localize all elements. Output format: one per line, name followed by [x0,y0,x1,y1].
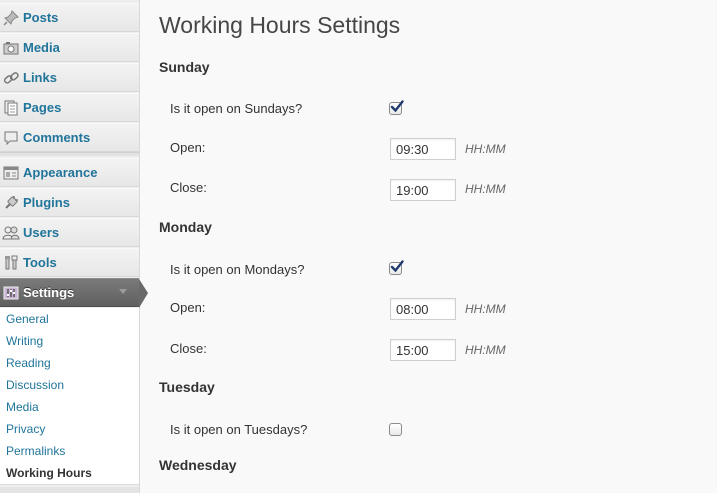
section-heading-monday: Monday [159,219,212,235]
monday-open-hint: HH:MM [465,302,506,316]
monday-close-hint: HH:MM [465,343,506,357]
monday-open-checkbox[interactable] [389,260,404,275]
submenu-item-writing[interactable]: Writing [0,330,139,352]
sidebar-item-label: Plugins [23,195,70,210]
chevron-down-icon[interactable] [119,289,127,294]
submenu-item-working-hours[interactable]: Working Hours [0,462,139,484]
plug-icon [1,193,21,213]
settings-icon [1,283,21,303]
pushpin-icon [1,8,21,28]
sidebar-item-settings[interactable]: Settings [0,278,148,308]
sunday-open-hint: HH:MM [465,142,506,156]
sidebar-item-label: Posts [23,10,59,25]
sidebar-item-label: Settings [23,285,75,300]
monday-close-time-input[interactable] [390,339,456,361]
monday-open-label: Open: [170,300,206,315]
sidebar-item-links[interactable]: Links [0,63,139,92]
menu-separator [0,152,139,156]
pages-icon [1,98,21,118]
submenu-item-general[interactable]: General [0,308,139,330]
tuesday-open-checkbox[interactable] [389,423,402,436]
sidebar-item-label: Appearance [23,165,98,180]
settings-submenu: General Writing Reading Discussion Media… [0,308,139,485]
sidebar-item-tools[interactable]: Tools [0,248,139,277]
sidebar-item-label: Tools [23,255,57,270]
submenu-item-reading[interactable]: Reading [0,352,139,374]
sidebar-item-users[interactable]: Users [0,218,139,247]
tools-icon [1,253,21,273]
sunday-open-label: Open: [170,140,206,155]
main-content: Working Hours Settings Sunday Is it open… [140,0,717,493]
monday-open-time-input[interactable] [390,298,456,320]
sidebar-item-appearance[interactable]: Appearance [0,158,139,187]
sunday-open-checkbox[interactable] [389,100,404,115]
sidebar-item-pages[interactable]: Pages [0,93,139,122]
appearance-icon [1,163,21,183]
sunday-close-hint: HH:MM [465,182,506,196]
section-heading-tuesday: Tuesday [159,379,215,395]
sidebar-footer [0,487,139,493]
section-heading-wednesday: Wednesday [159,457,237,473]
page-title: Working Hours Settings [159,12,401,38]
submenu-item-discussion[interactable]: Discussion [0,374,139,396]
sidebar-item-label: Comments [23,130,91,145]
section-heading-sunday: Sunday [159,59,210,75]
sidebar-item-label: Media [23,40,60,55]
submenu-item-media[interactable]: Media [0,396,139,418]
checkmark-icon [390,260,404,273]
sunday-open-time-input[interactable] [390,138,456,160]
sidebar-item-comments[interactable]: Comments [0,123,139,152]
sunday-open-question: Is it open on Sundays? [170,101,303,116]
sidebar-item-label: Users [23,225,60,240]
monday-close-label: Close: [170,341,207,356]
sunday-close-time-input[interactable] [390,179,456,201]
sidebar-item-posts[interactable]: Posts [0,3,139,32]
admin-sidebar: Posts Media Links Pages Comments Appeara… [0,0,148,493]
users-icon [1,223,21,243]
sidebar-item-media[interactable]: Media [0,33,139,62]
comment-icon [1,128,21,148]
monday-open-question: Is it open on Mondays? [170,262,305,277]
sunday-close-label: Close: [170,180,207,195]
link-icon [1,68,21,88]
tuesday-open-question: Is it open on Tuesdays? [170,422,308,437]
submenu-item-privacy[interactable]: Privacy [0,418,139,440]
sidebar-item-label: Links [23,70,57,85]
sidebar-item-plugins[interactable]: Plugins [0,188,139,217]
media-icon [1,38,21,58]
checkmark-icon [390,100,404,113]
submenu-item-permalinks[interactable]: Permalinks [0,440,139,462]
sidebar-item-label: Pages [23,100,62,115]
